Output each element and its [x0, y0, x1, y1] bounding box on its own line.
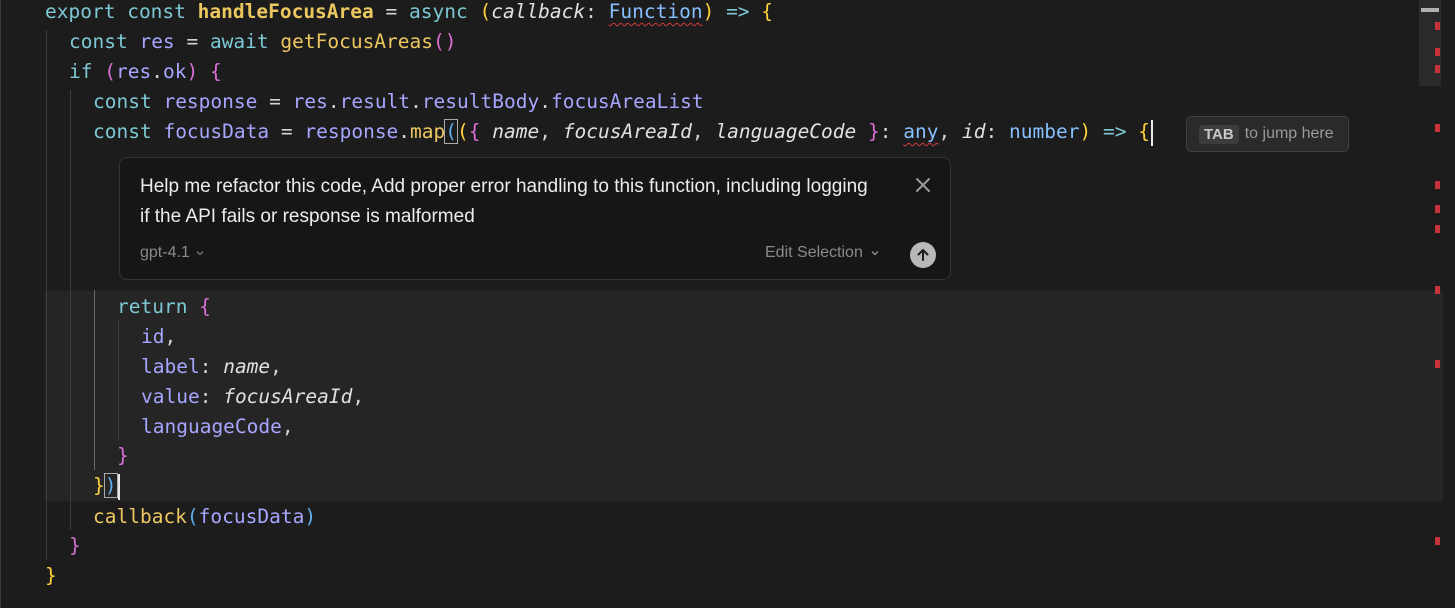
text-cursor: [1150, 119, 1153, 146]
model-label: gpt-4.1: [140, 244, 190, 261]
indent-guide: [94, 290, 95, 470]
code-line-14[interactable]: languageCode,: [141, 412, 294, 442]
mode-selector[interactable]: Edit Selection: [765, 244, 881, 262]
error-marker: [1435, 65, 1440, 73]
code-line-12[interactable]: label: name,: [141, 352, 282, 382]
code-line-4[interactable]: const response = res.result.resultBody.f…: [93, 87, 704, 117]
chevron-down-icon: [196, 250, 204, 256]
text-cursor: [117, 473, 120, 500]
code-line-16[interactable]: }): [93, 471, 120, 501]
tab-hint-label: to jump here: [1244, 125, 1334, 142]
code-line-2[interactable]: const res = await getFocusAreas(): [69, 27, 457, 57]
error-marker: [1435, 360, 1440, 368]
tab-jump-hint[interactable]: TAB to jump here: [1186, 116, 1349, 152]
scroll-position-indicator: [1421, 8, 1439, 12]
error-marker: [1435, 286, 1440, 294]
code-editor[interactable]: export const handleFocusArea = async (ca…: [0, 0, 1455, 608]
error-marker: [1435, 22, 1440, 30]
arrow-up-icon: [917, 249, 929, 261]
error-marker: [1435, 205, 1440, 213]
chevron-down-icon: [871, 250, 879, 256]
ai-prompt-box[interactable]: Help me refactor this code, Add proper e…: [119, 157, 951, 280]
error-marker: [1435, 181, 1440, 189]
indent-guide: [118, 320, 119, 440]
error-marker: [1435, 225, 1440, 233]
code-line-10[interactable]: return {: [117, 292, 211, 322]
prompt-input[interactable]: Help me refactor this code, Add proper e…: [140, 172, 880, 232]
submit-button[interactable]: [910, 242, 936, 268]
code-line-15[interactable]: }: [117, 441, 129, 471]
mode-label: Edit Selection: [765, 244, 863, 261]
close-icon[interactable]: [912, 174, 934, 196]
model-selector[interactable]: gpt-4.1: [140, 244, 206, 262]
code-line-17[interactable]: callback(focusData): [93, 502, 316, 532]
tab-key-badge: TAB: [1199, 124, 1239, 144]
indent-guide: [46, 30, 47, 560]
code-line-1[interactable]: export const handleFocusArea = async (ca…: [45, 0, 773, 27]
code-line-18[interactable]: }: [69, 531, 81, 561]
code-line-13[interactable]: value: focusAreaId,: [141, 382, 364, 412]
code-line-11[interactable]: id,: [141, 322, 176, 352]
indent-guide: [70, 90, 71, 530]
error-marker: [1435, 48, 1440, 56]
error-marker: [1435, 537, 1440, 545]
code-line-19[interactable]: }: [45, 561, 57, 591]
code-line-3[interactable]: if (res.ok) {: [69, 57, 222, 87]
code-line-5[interactable]: const focusData = response.map(({ name, …: [93, 117, 1153, 147]
scrollbar[interactable]: [1419, 0, 1441, 86]
error-marker: [1435, 124, 1440, 132]
